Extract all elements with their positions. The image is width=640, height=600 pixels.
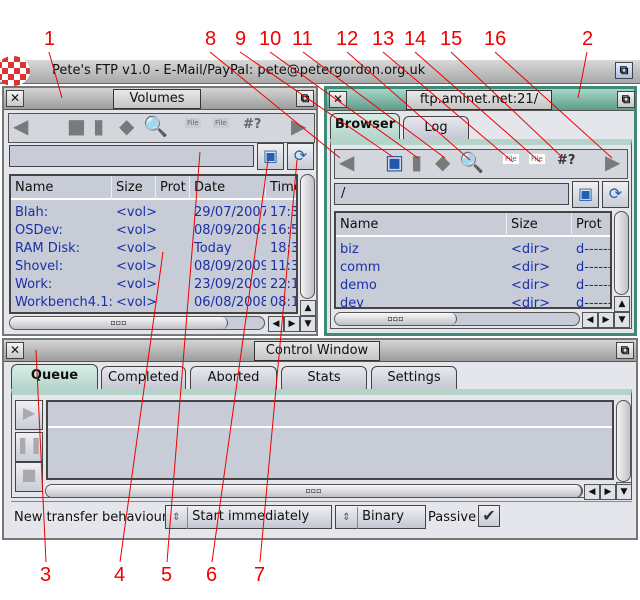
annotation-label: 3 (40, 564, 52, 586)
annotation-label: 11 (292, 28, 313, 50)
annotation-line (382, 51, 514, 163)
annotation-line (119, 251, 164, 563)
annotation-label: 16 (484, 28, 507, 50)
annotation-label: 14 (404, 28, 427, 50)
annotation-line (269, 51, 419, 159)
annotation-line (259, 159, 298, 563)
annotation-line (346, 51, 471, 161)
annotation-label: 1 (44, 28, 56, 50)
annotation-label: 4 (114, 564, 126, 586)
annotation-line (494, 51, 613, 159)
annotation-line (239, 51, 394, 158)
annotation-label: 5 (161, 564, 173, 586)
annotation-lines (35, 51, 613, 563)
annotation-label: 8 (205, 28, 217, 50)
annotation-line (577, 51, 588, 99)
annotation-label: 2 (582, 28, 594, 50)
annotation-label: 13 (372, 28, 395, 50)
annotation-line (209, 51, 341, 159)
annotation-line (302, 51, 446, 159)
annotation-label: 6 (206, 564, 218, 586)
annotation-line (166, 151, 201, 563)
annotation-line (450, 51, 564, 159)
annotation-line (48, 51, 63, 99)
annotation-label: 9 (235, 28, 247, 50)
annotation-label: 7 (254, 564, 266, 586)
annotation-line (414, 51, 541, 163)
annotation-label: 12 (336, 28, 359, 50)
annotation-line (35, 349, 47, 563)
annotation-label: 10 (259, 28, 282, 50)
annotation-line (211, 159, 269, 563)
annotation-label: 15 (440, 28, 463, 50)
